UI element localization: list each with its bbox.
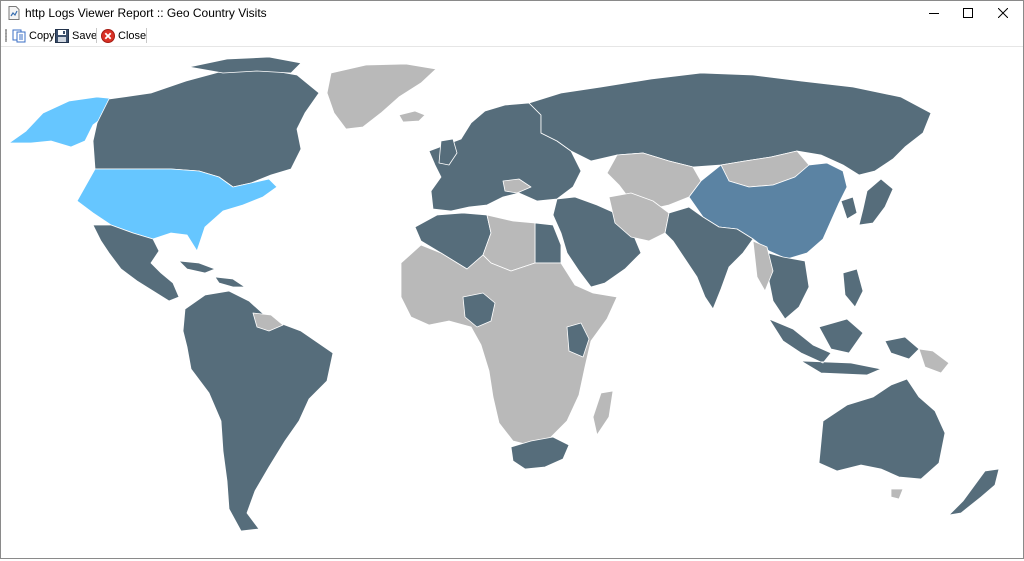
close-circle-icon — [101, 28, 115, 43]
geo-country-visits-map — [1, 47, 1023, 558]
toolbar-separator — [96, 28, 97, 43]
map-region-papua-new-guinea[interactable] — [918, 348, 950, 374]
title-bar[interactable]: http Logs Viewer Report :: Geo Country V… — [1, 1, 1023, 25]
map-region-korea[interactable] — [840, 196, 858, 220]
save-button[interactable]: Save — [55, 27, 97, 44]
maximize-button[interactable] — [951, 1, 985, 25]
close-button[interactable]: Close — [101, 27, 146, 44]
minimize-button[interactable] — [917, 1, 951, 25]
map-region-russia[interactable] — [528, 72, 932, 176]
toolbar-separator — [146, 28, 147, 43]
toolbar-grip[interactable] — [5, 29, 7, 42]
map-region-philippines[interactable] — [842, 268, 864, 308]
minimize-icon — [929, 13, 939, 14]
map-region-new-zealand[interactable] — [948, 468, 1000, 516]
close-label: Close — [118, 29, 147, 42]
map-region-australia[interactable] — [818, 378, 946, 480]
map-region-arctic-islands[interactable] — [188, 56, 302, 74]
map-region-indonesia[interactable] — [768, 318, 882, 376]
map-region-japan[interactable] — [858, 178, 894, 226]
map-region-iceland[interactable] — [398, 110, 426, 123]
map-region-egypt[interactable] — [534, 222, 562, 264]
close-icon — [998, 8, 1008, 18]
map-region-new-guinea-west[interactable] — [884, 336, 920, 360]
copy-icon — [12, 29, 26, 42]
map-region-cuba[interactable] — [178, 260, 216, 274]
map-region-tasmania[interactable] — [890, 488, 904, 500]
report-window: http Logs Viewer Report :: Geo Country V… — [0, 0, 1024, 559]
maximize-icon — [963, 8, 973, 18]
floppy-disk-icon — [55, 28, 69, 43]
toolbar: Copy Save Close — [1, 25, 1023, 47]
map-region-mexico[interactable] — [92, 224, 180, 302]
close-window-button[interactable] — [986, 1, 1020, 25]
world-map-svg — [8, 56, 1000, 532]
save-label: Save — [72, 29, 98, 42]
map-region-caribbean[interactable] — [214, 276, 246, 288]
copy-button[interactable]: Copy — [12, 27, 55, 44]
report-app-icon — [8, 6, 20, 20]
copy-label: Copy — [29, 29, 55, 42]
map-region-madagascar[interactable] — [592, 390, 614, 436]
window-title: http Logs Viewer Report :: Geo Country V… — [25, 6, 267, 20]
